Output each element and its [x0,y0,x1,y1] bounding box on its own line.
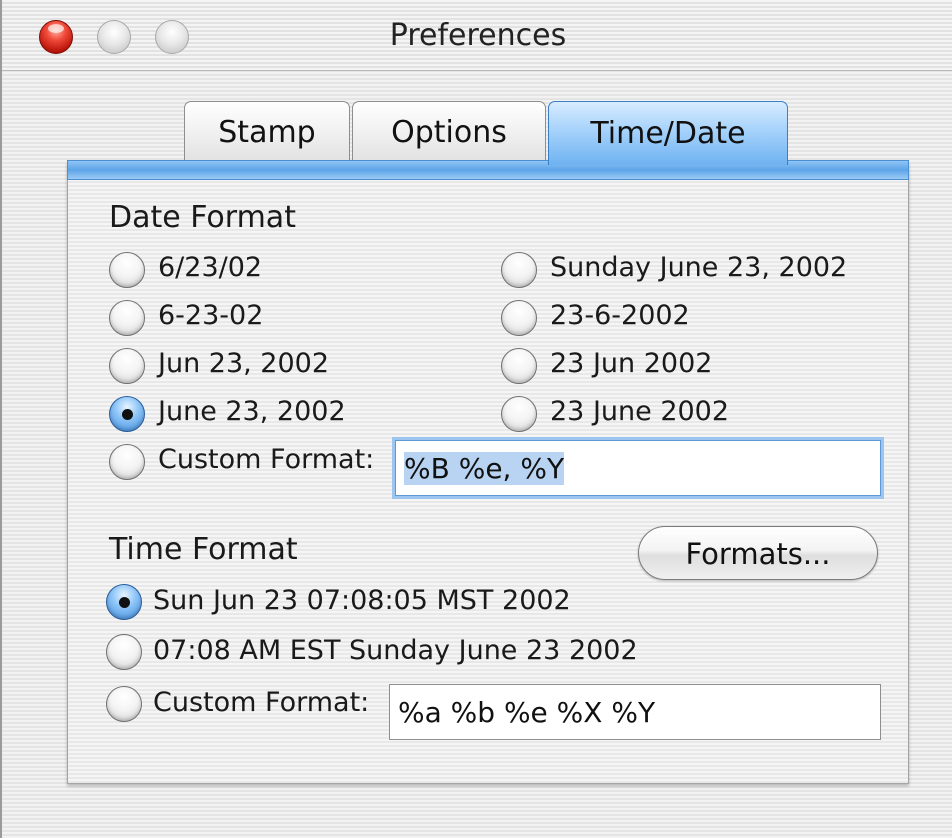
date-custom-format-label[interactable]: Custom Format: [158,444,374,475]
time-custom-format-input[interactable]: %a %b %e %X %Y [389,684,881,740]
date-custom-format-input[interactable]: %B %e, %Y [395,440,881,496]
time-option-radio-selected[interactable] [106,584,142,620]
time-option-label[interactable]: 07:08 AM EST Sunday June 23 2002 [153,635,638,666]
date-option-label[interactable]: 6/23/02 [158,252,262,283]
date-option-radio[interactable] [109,300,145,336]
date-option-label[interactable]: Jun 23, 2002 [158,348,329,379]
title-bar[interactable]: Preferences [2,0,952,71]
date-option-label[interactable]: 23-6-2002 [550,300,690,331]
tab-options[interactable]: Options [352,101,546,161]
date-option-radio[interactable] [501,252,537,288]
date-format-heading: Date Format [109,200,296,235]
time-format-heading: Time Format [109,532,298,567]
date-option-label[interactable]: 23 Jun 2002 [550,348,712,379]
date-custom-format-value: %B %e, %Y [404,452,565,485]
window-title: Preferences [389,18,567,53]
date-option-label[interactable]: Sunday June 23, 2002 [550,252,847,283]
tab-stamp[interactable]: Stamp [184,101,350,161]
time-option-radio[interactable] [106,634,142,670]
time-custom-format-label[interactable]: Custom Format: [153,687,369,718]
tab-time-date[interactable]: Time/Date [548,101,788,165]
date-option-radio[interactable] [501,348,537,384]
time-option-label[interactable]: Sun Jun 23 07:08:05 MST 2002 [153,585,571,616]
date-option-radio[interactable] [109,348,145,384]
date-option-radio[interactable] [501,396,537,432]
preferences-window: Preferences Stamp Options Time/Date Date… [0,0,952,838]
date-custom-format-radio[interactable] [109,444,145,480]
time-custom-format-radio[interactable] [106,686,142,722]
date-option-radio-selected[interactable] [109,396,145,432]
date-option-label[interactable]: June 23, 2002 [158,396,346,427]
date-option-label[interactable]: 6-23-02 [158,300,263,331]
date-option-radio[interactable] [109,252,145,288]
date-option-label[interactable]: 23 June 2002 [550,396,729,427]
date-option-radio[interactable] [501,300,537,336]
formats-button[interactable]: Formats... [638,526,878,580]
